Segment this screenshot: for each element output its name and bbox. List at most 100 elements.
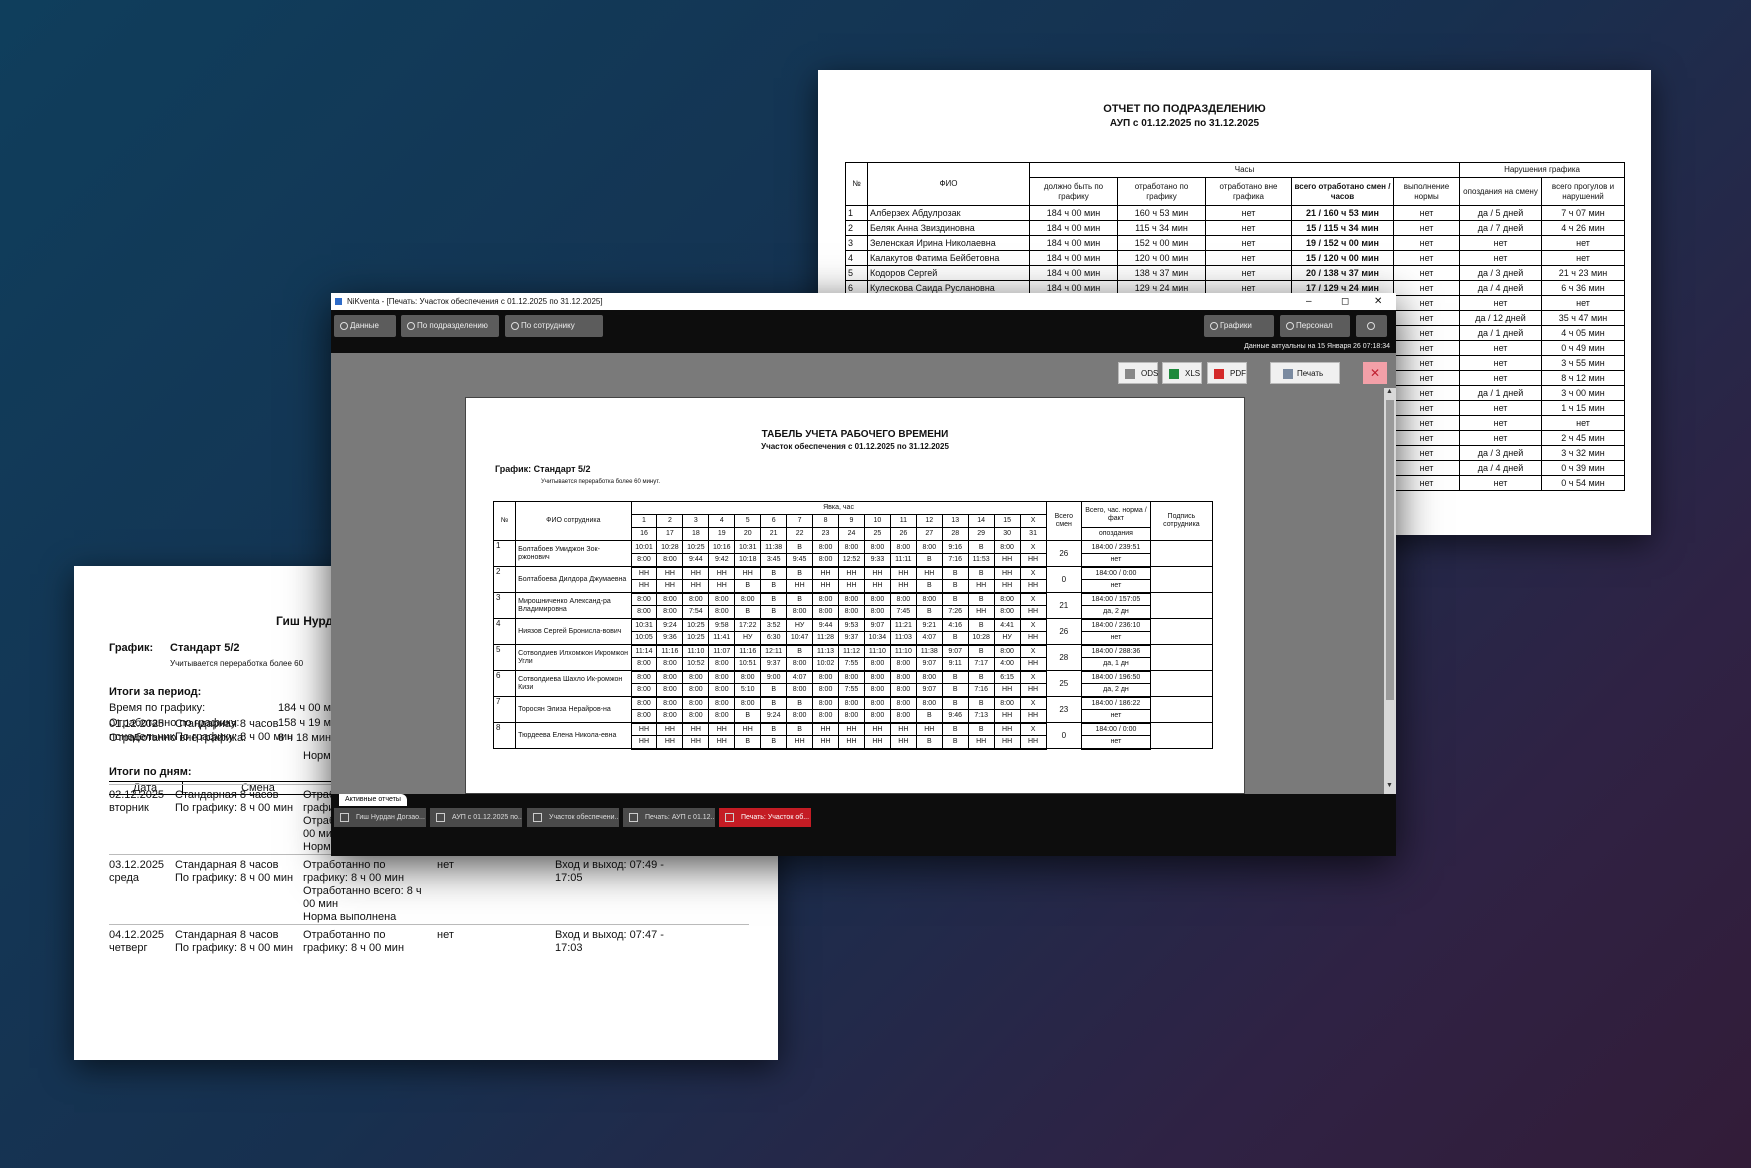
day-value: В bbox=[967, 618, 995, 632]
col-fio: ФИО сотрудника bbox=[515, 501, 632, 541]
table-cell: нет bbox=[1540, 415, 1626, 431]
by-department-button[interactable]: По подразделению bbox=[401, 315, 499, 337]
schedules-button[interactable]: Графики bbox=[1204, 315, 1274, 337]
day-header: 1 bbox=[630, 514, 658, 528]
day-value: 11:38 bbox=[760, 540, 788, 554]
staff-button[interactable]: Персонал bbox=[1280, 315, 1350, 337]
report-task[interactable]: Печать: АУП с 01.12... bbox=[623, 808, 715, 827]
close-preview-button[interactable]: ✕ bbox=[1363, 362, 1387, 384]
table-cell: 184 ч 00 мин bbox=[1029, 235, 1118, 251]
table-cell: 184 ч 00 мин bbox=[1029, 205, 1118, 221]
day-value: 9:45 bbox=[786, 553, 814, 568]
day-value: 6:30 bbox=[760, 631, 788, 646]
settings-button[interactable] bbox=[1356, 315, 1387, 337]
export-pdf-button[interactable]: PDF bbox=[1207, 362, 1247, 384]
day-header: 11 bbox=[889, 514, 917, 528]
day-value: 10:31 bbox=[734, 540, 762, 554]
signature-cell bbox=[1149, 566, 1214, 593]
data-button[interactable]: Данные bbox=[334, 315, 396, 337]
day-value: В bbox=[941, 592, 969, 606]
day-value: 9:37 bbox=[760, 657, 788, 672]
table-row: 1 Алберзех Абдулрозак 184 ч 00 мин 160 ч 53… bbox=[845, 205, 1626, 221]
table-row: 2 Беляк Анна Звиздиновна 184 ч 00 мин 115 ч… bbox=[845, 220, 1626, 236]
day-value: 8:00 bbox=[682, 696, 710, 710]
day-value: В bbox=[760, 592, 788, 606]
day-value: 8:00 bbox=[630, 696, 658, 710]
employee-name: Торосян Элиза Нерайров-на bbox=[515, 696, 632, 723]
scroll-thumb[interactable] bbox=[1386, 400, 1394, 700]
day-value: 7:54 bbox=[682, 605, 710, 620]
day-value: НН bbox=[993, 553, 1021, 568]
report-task[interactable]: Участок обеспечени... bbox=[527, 808, 619, 827]
day-value: НН bbox=[812, 722, 839, 736]
circle-icon bbox=[1210, 322, 1218, 330]
day-value: 7:55 bbox=[838, 683, 865, 698]
day-value: 8:00 bbox=[786, 683, 814, 698]
shift-count: 23 bbox=[1045, 696, 1083, 723]
day-value: 7:45 bbox=[889, 605, 917, 620]
day-value: НН bbox=[1019, 631, 1047, 646]
late-value: нет bbox=[1081, 553, 1151, 568]
day-value: 8:00 bbox=[812, 670, 839, 684]
vertical-scrollbar[interactable]: ▲ ▼ bbox=[1384, 388, 1396, 794]
scroll-up-icon[interactable]: ▲ bbox=[1386, 388, 1393, 395]
day-value: НН bbox=[993, 683, 1021, 698]
table-cell: 21 ч 23 мин bbox=[1540, 265, 1626, 281]
day-header: 30 bbox=[993, 527, 1021, 541]
day-value: 8:00 bbox=[812, 605, 839, 620]
gear-icon bbox=[1367, 322, 1375, 330]
day-value: 8:00 bbox=[682, 683, 710, 698]
table-cell: да / 5 дней bbox=[1459, 205, 1542, 221]
maximize-button[interactable]: ◻ bbox=[1341, 293, 1349, 310]
timesheet-table: № ФИО сотрудника Явка, час Всего смен Всего,… bbox=[492, 501, 1214, 750]
app-icon bbox=[335, 298, 342, 305]
day-value: 8:00 bbox=[656, 709, 684, 724]
active-reports-tab[interactable]: Активные отчеты bbox=[339, 794, 407, 806]
day-value: X bbox=[1019, 592, 1047, 606]
table-cell: 120 ч 00 мин bbox=[1117, 250, 1206, 266]
day-value: НН bbox=[656, 566, 684, 580]
signature-cell bbox=[1149, 540, 1214, 567]
day-value: НН bbox=[812, 735, 839, 750]
table-cell: 4 bbox=[845, 250, 868, 266]
report-task[interactable]: Печать: Участок об... bbox=[719, 808, 811, 827]
day-value: 8:00 bbox=[812, 696, 839, 710]
day-value: 8:00 bbox=[889, 696, 917, 710]
day-value: 17:22 bbox=[734, 618, 762, 632]
col-total-hours: Всего, час. норма / факт bbox=[1081, 501, 1151, 528]
report-task-label: Гиш Нурдан Догзао... bbox=[356, 814, 425, 821]
day-value: 8:00 bbox=[915, 592, 943, 606]
day-shift: Стандарная 8 часов По графику: 8 ч 00 ми… bbox=[175, 718, 294, 743]
shift-count: 0 bbox=[1045, 566, 1083, 593]
close-window-button[interactable]: ✕ bbox=[1374, 293, 1382, 310]
day-value: НН bbox=[993, 709, 1021, 724]
table-cell: 138 ч 37 мин bbox=[1117, 265, 1206, 281]
day-value: НН bbox=[1019, 579, 1047, 594]
by-employee-button[interactable]: По сотруднику bbox=[505, 315, 603, 337]
minimize-button[interactable]: ‒ bbox=[1306, 293, 1312, 310]
day-header: 10 bbox=[863, 514, 891, 528]
report-task[interactable]: Гиш Нурдан Догзао... bbox=[334, 808, 426, 827]
day-value: НН bbox=[863, 579, 891, 594]
day-value: 8:00 bbox=[863, 540, 891, 554]
day-header: 20 bbox=[734, 527, 762, 541]
day-header: 13 bbox=[941, 514, 969, 528]
table-cell: да / 4 дней bbox=[1459, 280, 1542, 296]
late-value: да, 2 дн bbox=[1081, 683, 1151, 698]
table-cell: 0 ч 39 мин bbox=[1540, 460, 1626, 476]
scroll-down-icon[interactable]: ▼ bbox=[1386, 782, 1393, 789]
day-header: 21 bbox=[760, 527, 788, 541]
export-xls-button[interactable]: XLS bbox=[1162, 362, 1202, 384]
print-button[interactable]: Печать bbox=[1270, 362, 1340, 384]
table-cell: нет bbox=[1393, 325, 1460, 341]
export-ods-button[interactable]: ODS bbox=[1118, 362, 1158, 384]
late-value: нет bbox=[1081, 709, 1151, 724]
day-value: X bbox=[1019, 566, 1047, 580]
day-value: 5:10 bbox=[734, 683, 762, 698]
day-value: НН bbox=[838, 722, 865, 736]
day-value: X bbox=[1019, 722, 1047, 736]
table-cell: Алберзех Абдулрозак bbox=[867, 205, 1030, 221]
day-value: 3:52 bbox=[760, 618, 788, 632]
report-task[interactable]: АУП с 01.12.2025 по... bbox=[430, 808, 522, 827]
table-cell: нет bbox=[1205, 265, 1292, 281]
